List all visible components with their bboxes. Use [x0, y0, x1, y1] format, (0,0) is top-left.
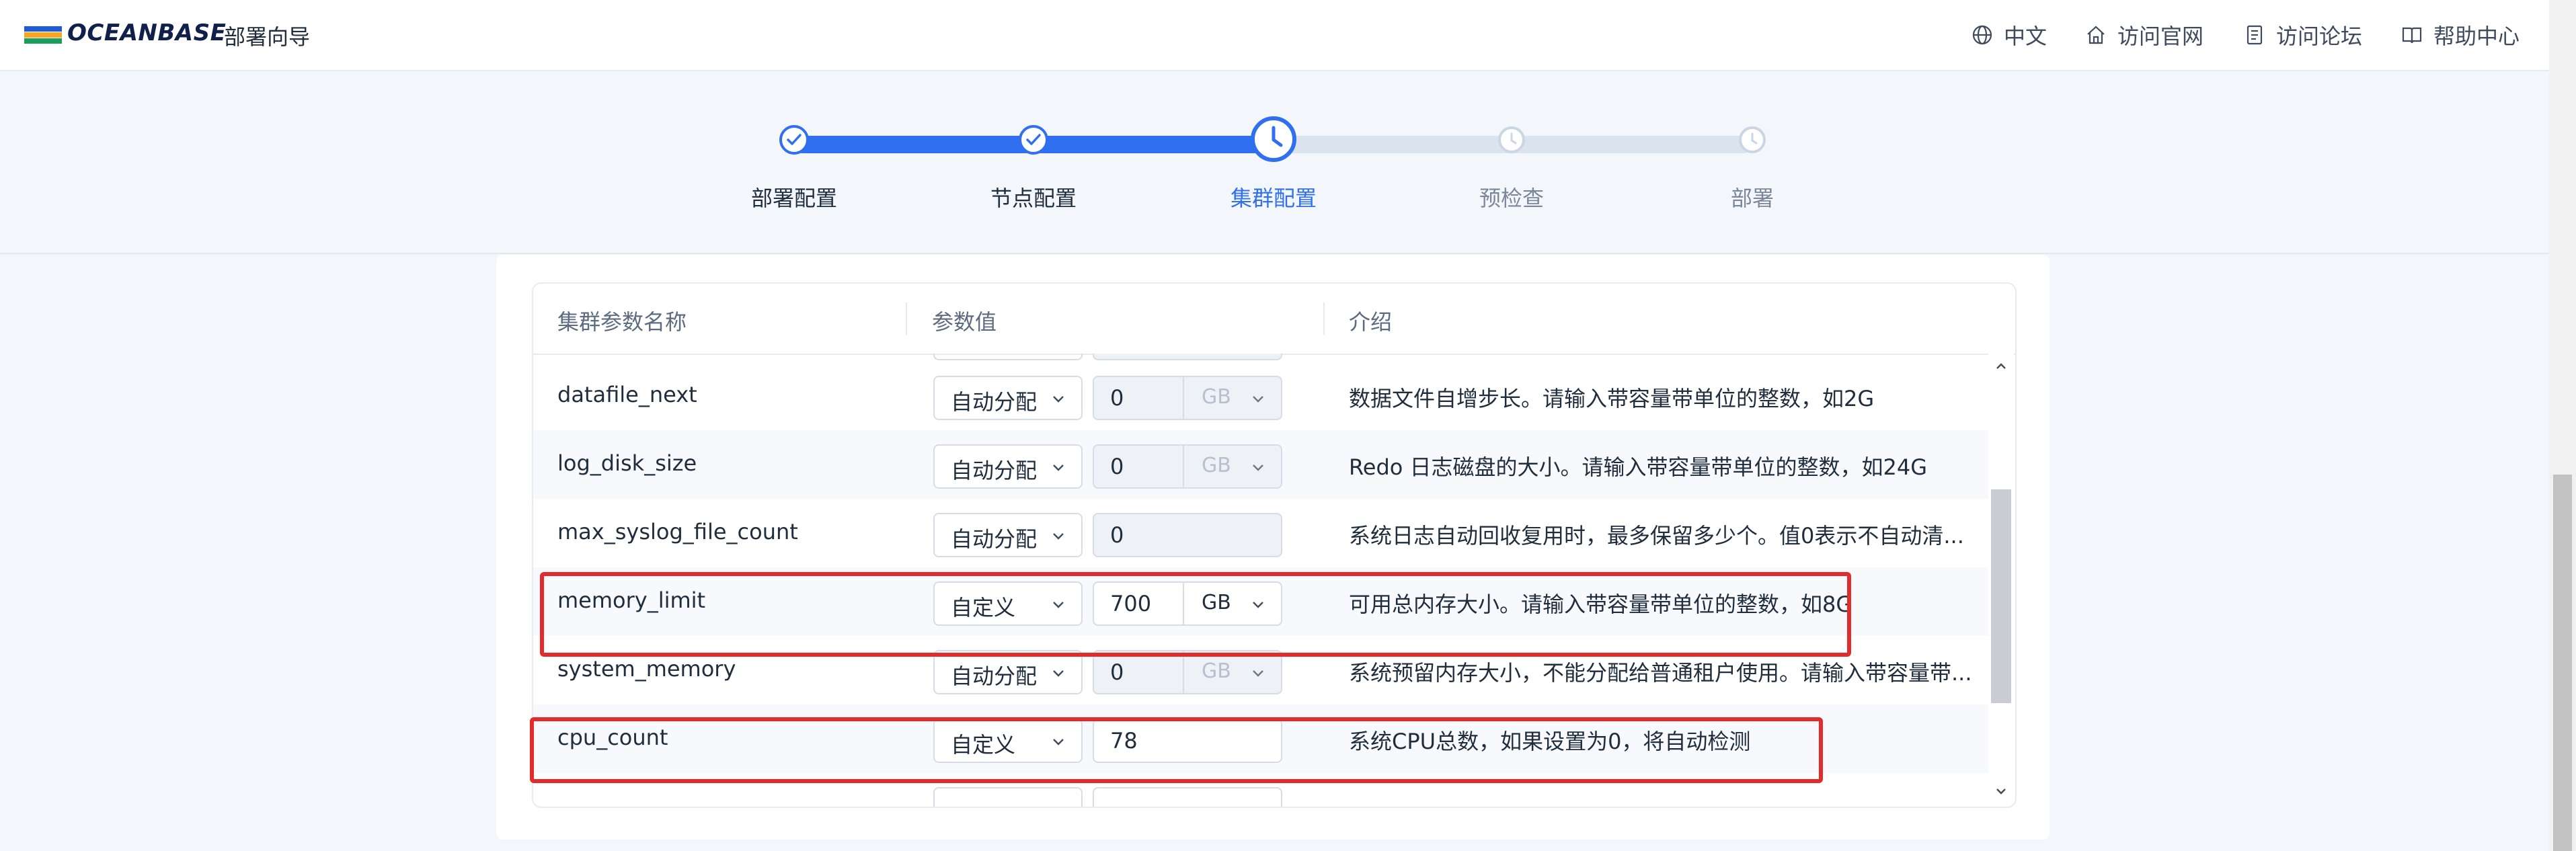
chevron-down-icon[interactable]	[1994, 784, 2008, 799]
globe-icon	[1972, 25, 1992, 45]
top-header: OCEANBASE 部署向导 中文 访问官网 访问论坛 帮助中心	[0, 0, 2549, 71]
param-description: Redo 日志磁盘的大小。请输入带容量带单位的整数，如24G	[1349, 454, 1928, 480]
step-label-deploy-config: 部署配置	[750, 186, 837, 211]
step-pending-clock-icon	[1739, 126, 1766, 153]
column-divider	[906, 302, 907, 335]
table-row-partial-top	[533, 354, 1988, 362]
param-name: max_syslog_file_count	[557, 519, 798, 544]
steps-band	[0, 71, 2549, 254]
brand-logo-text: OCEANBASE	[67, 19, 227, 46]
chevron-down-icon	[1053, 396, 1064, 403]
app-title: 部署向导	[224, 24, 311, 50]
table-row: datafile_next 自动分配 0 GB 数据文件自增步长。请输入带容量带…	[533, 362, 1988, 430]
value-input[interactable]: 0	[1110, 385, 1124, 411]
step-done-icon	[1019, 125, 1048, 155]
param-description: 数据文件自增步长。请输入带容量带单位的整数，如2G	[1349, 386, 1875, 411]
column-header-param-name: 集群参数名称	[557, 309, 687, 335]
step-label-precheck: 预检查	[1479, 186, 1544, 211]
nav-official-site[interactable]: 访问官网	[2085, 20, 2203, 50]
chevron-down-icon	[1053, 670, 1064, 677]
oceanbase-logo-icon	[24, 26, 62, 44]
table-scrollbar-thumb[interactable]	[1991, 489, 2011, 703]
param-name: datafile_next	[557, 382, 697, 407]
chevron-down-icon	[1253, 670, 1263, 677]
value-input-group: 0 GB	[1093, 376, 1282, 420]
step-current-clock-icon	[1251, 116, 1296, 162]
column-divider	[1323, 302, 1325, 335]
column-header-param-value: 参数值	[932, 309, 997, 335]
nav-official-site-label: 访问官网	[2117, 24, 2204, 49]
nav-language-label: 中文	[2004, 24, 2047, 49]
mode-select-value: 自动分配	[951, 389, 1038, 415]
value-input-group: 0	[1093, 513, 1282, 557]
step-pending-clock-icon	[1498, 126, 1525, 153]
unit-select-value: GB	[1202, 659, 1231, 683]
unit-select-value: GB	[1202, 385, 1231, 409]
param-name: log_disk_size	[557, 450, 697, 476]
nav-forum-label: 访问论坛	[2276, 24, 2363, 49]
nav-help-center[interactable]: 帮助中心	[2401, 20, 2520, 50]
mode-select-value: 自动分配	[951, 526, 1038, 552]
step-label-deploy: 部署	[1730, 186, 1774, 211]
value-input[interactable]: 0	[1110, 522, 1124, 548]
mode-select-value: 自动分配	[951, 663, 1038, 689]
mode-select[interactable]: 自动分配	[933, 376, 1083, 420]
nav-language[interactable]: 中文	[1972, 20, 2047, 50]
page-scrollbar-thumb[interactable]	[2553, 475, 2572, 851]
book-icon	[2402, 27, 2422, 44]
chevron-down-icon	[1053, 533, 1064, 540]
param-name: system_memory	[557, 656, 736, 682]
table-row: log_disk_size 自动分配 0 GB Redo 日志磁盘的大小。请输入…	[533, 430, 1988, 499]
unit-select-value: GB	[1202, 454, 1231, 477]
chevron-down-icon	[1253, 396, 1263, 403]
value-input-group: 0 GB	[1093, 444, 1282, 489]
mode-select-value: 自动分配	[951, 458, 1038, 483]
highlight-box-cpu-count	[530, 717, 1823, 783]
mode-select[interactable]: 自动分配	[933, 444, 1083, 489]
step-label-cluster-config: 集群配置	[1230, 186, 1317, 211]
chevron-down-icon	[1053, 464, 1064, 471]
column-header-description: 介绍	[1349, 309, 1393, 335]
nav-forum[interactable]: 访问论坛	[2244, 20, 2362, 50]
mode-select[interactable]: 自动分配	[933, 513, 1083, 557]
step-done-icon	[779, 125, 809, 155]
chevron-down-icon	[1253, 464, 1263, 471]
chevron-up-icon[interactable]	[1994, 359, 2008, 374]
table-row: max_syslog_file_count 自动分配 0 系统日志自动回收复用时…	[533, 499, 1988, 567]
nav-help-center-label: 帮助中心	[2433, 24, 2520, 49]
table-header: 集群参数名称 参数值 介绍	[533, 284, 2015, 355]
step-label-node-config: 节点配置	[990, 186, 1077, 211]
highlight-box-memory-limit	[540, 572, 1851, 657]
value-input[interactable]: 0	[1110, 454, 1124, 479]
param-description: 系统预留内存大小，不能分配给普通租户使用。请输入带容量带...	[1349, 660, 1972, 686]
forum-icon	[2247, 25, 2263, 45]
param-description: 系统日志自动回收复用时，最多保留多少个。值0表示不自动清...	[1349, 523, 1964, 549]
home-icon	[2087, 26, 2105, 44]
value-input[interactable]: 0	[1110, 659, 1124, 685]
